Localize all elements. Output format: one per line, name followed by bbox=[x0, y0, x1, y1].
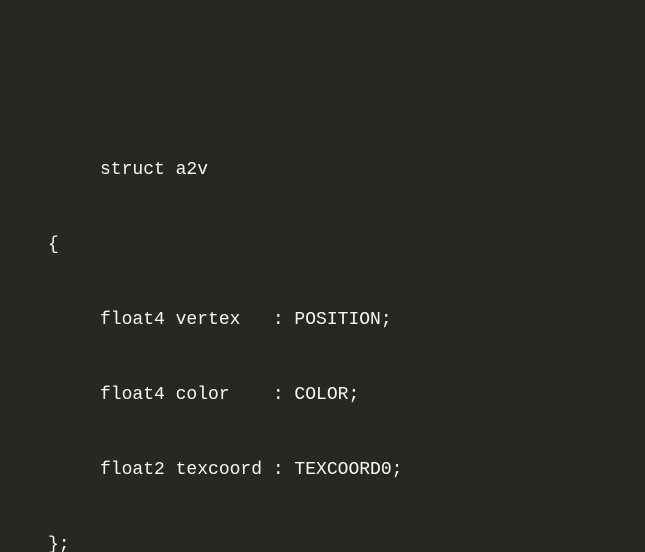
code-block[interactable]: struct a2v { float4 vertex : POSITION; f… bbox=[0, 108, 645, 552]
code-line: { bbox=[0, 233, 645, 258]
code-line: float4 color : COLOR; bbox=[0, 383, 645, 408]
code-line: }; bbox=[0, 533, 645, 552]
code-line: float4 vertex : POSITION; bbox=[0, 308, 645, 333]
code-line: float2 texcoord : TEXCOORD0; bbox=[0, 458, 645, 483]
code-line: struct a2v bbox=[0, 158, 645, 183]
